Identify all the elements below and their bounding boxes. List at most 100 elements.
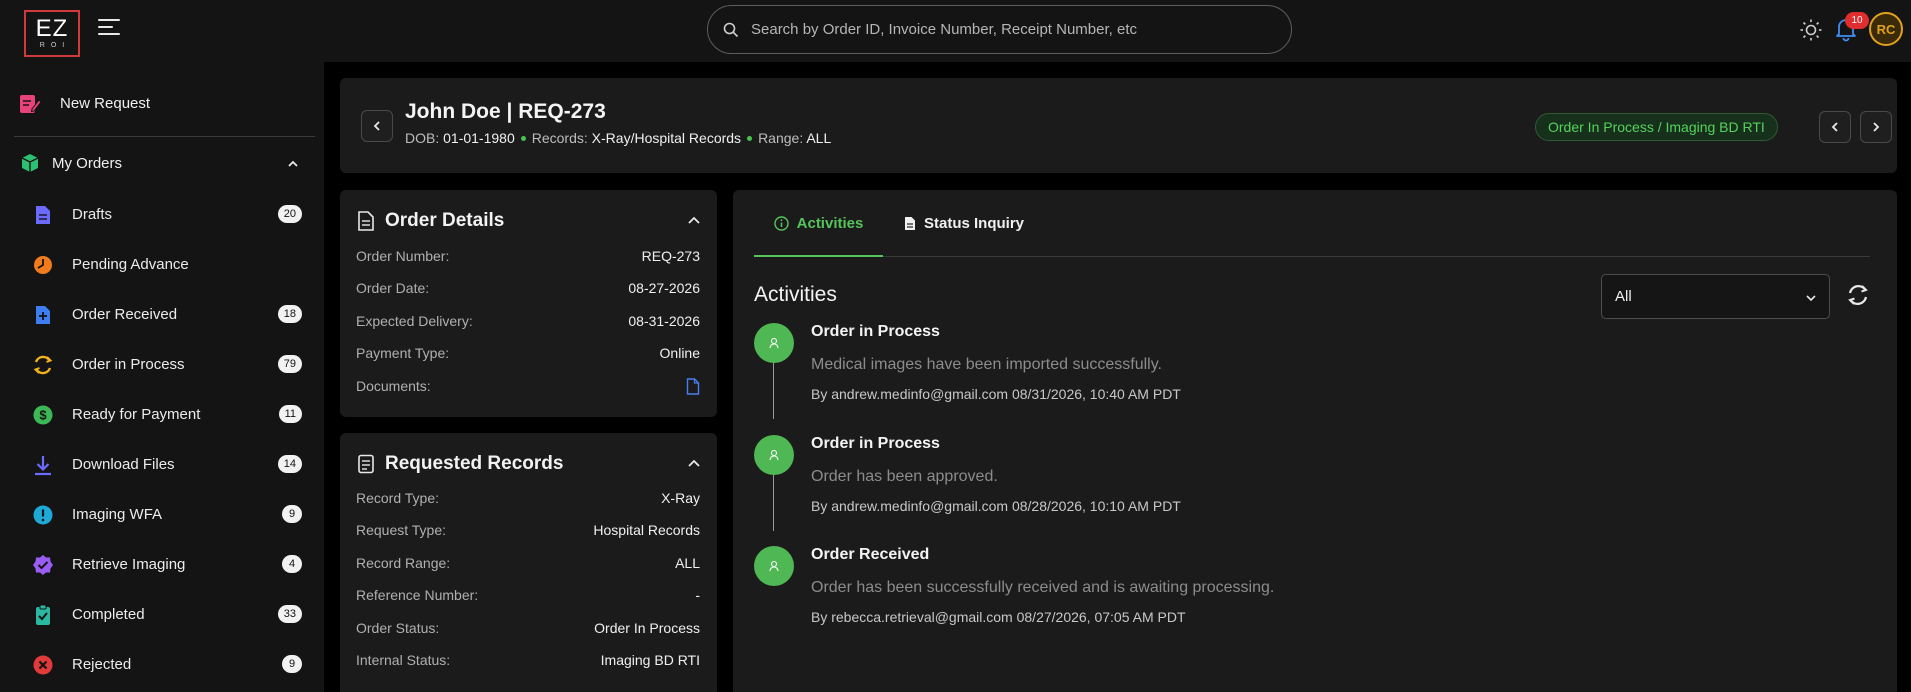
order-header-card: John Doe | REQ-273 DOB: 01-01-1980 Record… [340,78,1897,173]
user-avatar[interactable]: RC [1869,12,1903,46]
my-orders-toggle[interactable]: My Orders [0,142,324,186]
field-label: Reference Number: [356,587,479,603]
sync-icon [33,355,53,375]
field-label: Order Date: [356,280,430,296]
requested-records-title: Requested Records [357,453,563,475]
reference-number-row: Reference Number: - [356,587,700,607]
requested-records-card: Requested Records Record Type: X-Ray Requ… [340,433,717,692]
document-link-icon[interactable] [686,378,700,395]
sidebar-item-retrieve-imaging[interactable]: Retrieve Imaging 4 [0,542,324,588]
tab-status-inquiry[interactable]: Status Inquiry [904,215,1024,257]
sidebar-item-download-files[interactable]: Download Files 14 [0,442,324,488]
sidebar: New Request My Orders Drafts 20 Pending … [0,62,324,692]
sidebar-divider [14,136,315,137]
activities-heading: Activities [754,283,837,306]
separator-dot [747,135,753,141]
notification-count-badge: 10 [1845,12,1869,29]
sidebar-item-ready-for-payment[interactable]: $ Ready for Payment 11 [0,392,324,438]
back-button[interactable] [361,110,393,142]
orders-box-icon [21,154,39,172]
range-value: ALL [806,130,832,146]
download-icon [35,456,51,476]
activity-title: Order in Process [811,323,940,340]
field-label: Record Type: [356,490,440,506]
tab-label: Status Inquiry [924,215,1025,232]
menu-toggle-icon[interactable] [98,19,120,39]
activity-item: Order in Process Order has been approved… [754,435,1454,535]
chevron-left-icon [373,121,380,131]
documents-row: Documents: [356,378,700,398]
activity-filter-select[interactable]: All [1601,274,1830,319]
field-value: Order In Process [594,620,700,636]
collapse-chevron-icon[interactable] [687,457,701,471]
x-circle-icon [33,655,53,675]
sidebar-item-label: Rejected [72,656,132,673]
timeline-connector [773,363,774,419]
order-number-row: Order Number: REQ-273 [356,248,700,268]
field-value: - [695,587,700,603]
count-badge: 9 [282,505,302,523]
collapse-chevron-icon[interactable] [687,214,701,228]
sidebar-item-order-in-process[interactable]: Order in Process 79 [0,342,324,388]
theme-toggle-icon[interactable] [1799,18,1823,42]
dollar-icon: $ [33,405,53,425]
search-bar[interactable] [707,5,1292,54]
chevron-left-icon [1831,122,1838,132]
sidebar-item-drafts[interactable]: Drafts 20 [0,192,324,238]
previous-order-button[interactable] [1819,111,1851,143]
activity-description: Order has been approved. [811,468,998,485]
activity-description: Order has been successfully received and… [811,579,1275,596]
count-badge: 33 [277,605,302,623]
new-request-button[interactable]: New Request [0,84,324,124]
count-badge: 18 [277,305,302,323]
field-label: Documents: [356,378,431,394]
top-bar: EZ ROI 10 RC [0,0,1911,62]
field-label: Order Number: [356,248,450,264]
sidebar-item-completed[interactable]: Completed 33 [0,592,324,638]
new-request-icon [20,95,42,113]
search-input[interactable] [751,21,1291,38]
sidebar-item-pending-advance[interactable]: Pending Advance [0,242,324,288]
sidebar-item-label: Order in Process [72,356,185,373]
sidebar-item-imaging-wfa[interactable]: Imaging WFA 9 [0,492,324,538]
order-details-card: Order Details Order Number: REQ-273 Order… [340,190,717,417]
search-icon [723,22,739,37]
app-logo[interactable]: EZ ROI [24,10,80,57]
timeline-connector [773,475,774,531]
field-value: Imaging BD RTI [600,652,700,668]
sidebar-item-label: Drafts [72,206,113,223]
expected-delivery-row: Expected Delivery: 08-31-2026 [356,313,700,333]
logo-subtext: ROI [39,41,71,49]
field-value: Online [659,345,700,361]
sidebar-item-label: Retrieve Imaging [72,556,186,573]
records-list-icon [358,454,374,474]
clipboard-check-icon [36,604,50,625]
sidebar-item-rejected[interactable]: Rejected 9 [0,642,324,688]
count-badge: 4 [282,555,302,573]
records-label: Records: [531,130,588,146]
sidebar-item-label: Imaging WFA [72,506,163,523]
tab-activities[interactable]: Activities [754,215,883,257]
dob-value: 01-01-1980 [443,130,515,146]
sidebar-item-order-received[interactable]: Order Received 18 [0,292,324,338]
order-date-row: Order Date: 08-27-2026 [356,280,700,300]
field-value: REQ-273 [641,248,700,264]
activity-author: By andrew.medinfo@gmail.com 08/31/2026, … [811,386,1181,402]
activity-author: By andrew.medinfo@gmail.com 08/28/2026, … [811,498,1181,514]
chevron-down-icon [1806,295,1816,302]
next-order-button[interactable] [1860,111,1892,143]
order-details-title: Order Details [357,210,504,232]
activity-card: Activities Status Inquiry Activities All… [733,190,1897,692]
refresh-icon[interactable] [1846,283,1870,307]
field-label: Expected Delivery: [356,313,473,329]
page-title: John Doe | REQ-273 [405,100,606,123]
logo-text: EZ [35,14,69,42]
order-meta: DOB: 01-01-1980 Records: X-Ray/Hospital R… [405,130,831,146]
field-value: X-Ray [661,490,700,506]
field-label: Request Type: [356,522,447,538]
field-label: Payment Type: [356,345,450,361]
activity-title: Order Received [811,546,930,563]
field-label: Order Status: [356,620,440,636]
count-badge: 11 [278,405,302,423]
chevron-right-icon [1873,122,1880,132]
